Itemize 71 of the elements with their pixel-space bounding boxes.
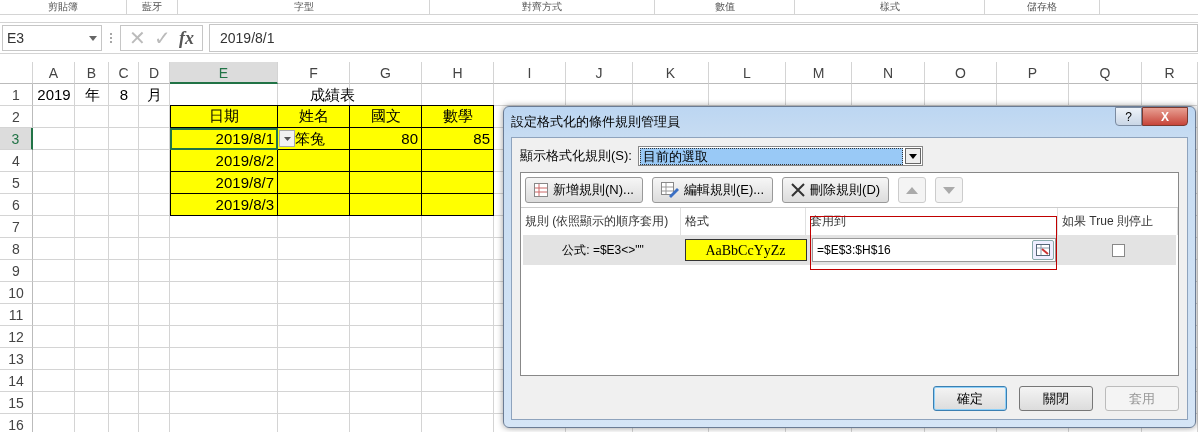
show-rules-dropdown[interactable]: 目前的選取 <box>637 146 923 166</box>
row-header[interactable]: 12 <box>0 326 33 348</box>
column-header[interactable]: E <box>170 62 278 84</box>
row-header[interactable]: 8 <box>0 238 33 260</box>
delete-rule-button[interactable]: 刪除規則(D) <box>782 177 890 203</box>
column-header[interactable]: P <box>997 62 1069 84</box>
table-cell[interactable]: 姓名 <box>278 105 350 128</box>
column-header[interactable]: N <box>852 62 925 84</box>
format-preview: AaBbCcYyZz <box>684 239 807 261</box>
row-header[interactable]: 1 <box>0 84 33 106</box>
insert-function-button[interactable]: fx <box>179 27 194 49</box>
table-cell[interactable]: 2019/8/3 <box>170 194 278 216</box>
table-cell[interactable]: 2019 <box>33 84 75 106</box>
applies-to-field[interactable]: =$E$3:$H$16 <box>812 238 1056 262</box>
row-header[interactable]: 10 <box>0 282 33 304</box>
row-header[interactable]: 3 <box>0 128 33 150</box>
row-header[interactable]: 15 <box>0 392 33 414</box>
ribbon-group-label: 字型 <box>178 0 430 14</box>
table-cell[interactable]: 85 <box>422 128 494 150</box>
row-header[interactable]: 11 <box>0 304 33 326</box>
name-box[interactable]: E3 <box>2 25 102 51</box>
dialog-title: 設定格式化的條件規則管理員 <box>511 113 680 131</box>
rule-row[interactable]: 公式: =$E3<>"" AaBbCcYyZz =$E$3:$H$16 <box>523 235 1176 265</box>
column-header[interactable]: J <box>566 62 633 84</box>
row-header[interactable]: 7 <box>0 216 33 238</box>
dialog-button[interactable]: 關閉 <box>1019 386 1093 411</box>
new-rule-button[interactable]: 新增規則(N)... <box>525 177 643 203</box>
column-header[interactable]: H <box>422 62 494 84</box>
sheet-title[interactable]: 成績表 <box>170 84 494 106</box>
table-cell[interactable]: 數學 <box>422 105 494 128</box>
table-cell[interactable]: 2019/8/1 <box>170 128 278 150</box>
column-header[interactable]: B <box>75 62 109 84</box>
column-header[interactable]: Q <box>1069 62 1142 84</box>
table-cell[interactable]: 8 <box>109 84 139 106</box>
column-header[interactable]: F <box>278 62 350 84</box>
row-header[interactable]: 13 <box>0 348 33 370</box>
dialog-button[interactable]: 確定 <box>933 386 1007 411</box>
row-header[interactable]: 16 <box>0 414 33 432</box>
ribbon-group-label: 藍牙 <box>127 0 178 14</box>
table-cell[interactable]: 80 <box>350 128 422 150</box>
ribbon-group-label: 數值 <box>655 0 795 14</box>
column-header[interactable]: R <box>1142 62 1198 84</box>
ribbon-group-label: 剪貼簿 <box>0 0 127 14</box>
column-header[interactable]: L <box>709 62 786 84</box>
ribbon-group-label: 樣式 <box>795 0 985 14</box>
row-header[interactable]: 6 <box>0 194 33 216</box>
column-header[interactable]: G <box>350 62 422 84</box>
edit-rule-button[interactable]: 編輯規則(E)... <box>651 177 774 203</box>
formula-field[interactable]: 2019/8/1 <box>209 24 1198 52</box>
table-cell[interactable]: 日期 <box>170 105 278 128</box>
column-header[interactable]: O <box>925 62 997 84</box>
table-cell[interactable]: 笨兔 <box>278 128 350 150</box>
row-header[interactable]: 4 <box>0 150 33 172</box>
ribbon-group-label: 對齊方式 <box>430 0 655 14</box>
column-header[interactable]: M <box>786 62 852 84</box>
column-header[interactable]: K <box>633 62 709 84</box>
table-cell[interactable]: 國文 <box>350 105 422 128</box>
table-cell[interactable]: 2019/8/7 <box>170 172 278 194</box>
row-header[interactable]: 14 <box>0 370 33 392</box>
show-rules-label: 顯示格式化規則(S): <box>520 147 632 165</box>
rule-formula: 公式: =$E3<>"" <box>561 241 645 259</box>
row-header[interactable]: 5 <box>0 172 33 194</box>
column-header[interactable]: I <box>494 62 566 84</box>
table-cell[interactable]: 年 <box>75 84 109 106</box>
help-button[interactable]: ? <box>1115 107 1142 126</box>
table-cell[interactable]: 2019/8/2 <box>170 150 278 172</box>
column-header[interactable]: A <box>33 62 75 84</box>
row-header[interactable]: 9 <box>0 260 33 282</box>
table-cell[interactable]: 月 <box>139 84 170 106</box>
ribbon-group-label: 儲存格 <box>985 0 1100 14</box>
column-header[interactable]: C <box>109 62 139 84</box>
